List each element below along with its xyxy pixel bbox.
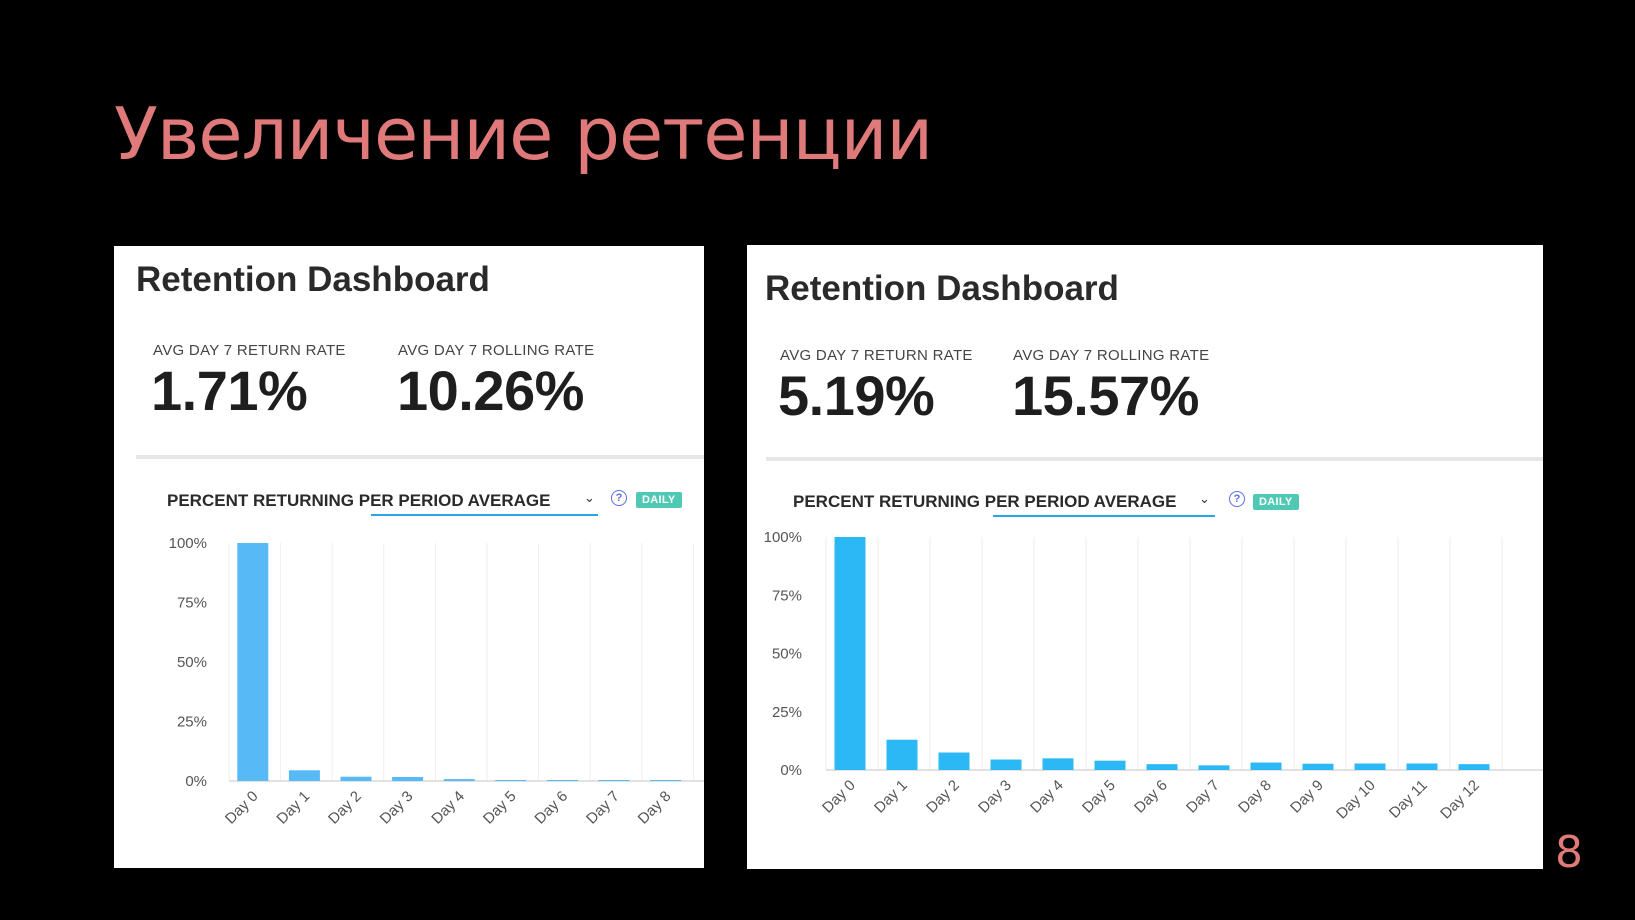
x-tick-label: Day 5	[480, 788, 520, 828]
y-tick-label: 75%	[772, 587, 802, 604]
y-tick-label: 75%	[177, 595, 207, 612]
bar-day-6[interactable]	[1146, 764, 1178, 770]
x-tick-label: Day 0	[222, 788, 262, 828]
x-tick-label: Day 4	[428, 788, 468, 828]
bar-day-0[interactable]	[237, 543, 269, 781]
x-tick-label: Day 8	[635, 788, 675, 828]
y-tick-label: 25%	[177, 714, 207, 731]
retention-bar-chart-left: 100% 75% 50% 25% 0% Day 0 Day 1 Day 2 Day 3 Day 4…	[169, 535, 704, 828]
y-tick-label: 0%	[185, 773, 207, 790]
x-tick-label: Day 12	[1437, 777, 1483, 823]
bar-day-12[interactable]	[1458, 764, 1490, 770]
x-tick-label: Day 5	[1079, 777, 1119, 817]
x-tick-label: Day 1	[871, 777, 911, 817]
x-tick-label: Day 3	[975, 777, 1015, 817]
y-tick-label: 50%	[772, 646, 802, 663]
y-tick-label: 100%	[764, 529, 802, 546]
x-tick-label: Day 10	[1333, 777, 1379, 823]
bar-day-3[interactable]	[990, 759, 1022, 770]
y-tick-label: 25%	[772, 704, 802, 721]
x-tick-label: Day 1	[273, 788, 313, 828]
bar-day-5[interactable]	[1094, 760, 1126, 770]
y-tick-label: 0%	[780, 762, 802, 779]
x-tick-label: Day 7	[583, 788, 623, 828]
bar-day-7[interactable]	[598, 780, 630, 781]
bar-day-2[interactable]	[938, 752, 970, 770]
bar-day-9[interactable]	[1302, 763, 1334, 770]
bar-day-11[interactable]	[1406, 763, 1438, 770]
bar-day-10[interactable]	[1354, 763, 1386, 770]
x-tick-label: Day 8	[1235, 777, 1275, 817]
x-tick-label: Day 9	[1287, 777, 1327, 817]
x-tick-label: Day 6	[1131, 777, 1171, 817]
x-tick-label: Day 11	[1386, 777, 1431, 822]
bar-day-8[interactable]	[1250, 762, 1282, 770]
bar-day-3[interactable]	[392, 776, 424, 781]
x-tick-label: Day 2	[923, 777, 963, 817]
bar-day-6[interactable]	[546, 780, 578, 781]
x-tick-label: Day 7	[1183, 777, 1223, 817]
bar-day-2[interactable]	[340, 776, 372, 781]
bar-day-5[interactable]	[495, 780, 527, 781]
x-tick-label: Day 3	[377, 788, 417, 828]
x-tick-label: Day 2	[325, 788, 365, 828]
x-tick-label: Day 6	[531, 788, 571, 828]
bar-day-7[interactable]	[1198, 765, 1230, 770]
bar-day-4[interactable]	[443, 779, 475, 781]
x-tick-label: Day 4	[1027, 777, 1067, 817]
dashboard-panel-right: Retention Dashboard AVG DAY 7 RETURN RAT…	[747, 245, 1543, 869]
y-tick-label: 100%	[169, 535, 207, 552]
bar-day-8[interactable]	[650, 780, 682, 781]
slide-title: Увеличение ретенции	[114, 92, 933, 176]
bar-day-4[interactable]	[1042, 758, 1074, 770]
page-number: 8	[1555, 827, 1583, 878]
y-tick-label: 50%	[177, 654, 207, 671]
dashboard-panel-left: Retention Dashboard AVG DAY 7 RETURN RAT…	[114, 246, 704, 868]
bar-day-0[interactable]	[834, 537, 866, 770]
retention-bar-chart-right: 100% 75% 50% 25% 0% Day 0 Day 1 Day 2 Day 3 Day 4…	[764, 529, 1543, 823]
x-tick-label: Day 0	[819, 777, 859, 817]
bar-day-1[interactable]	[886, 739, 918, 770]
bar-day-1[interactable]	[288, 770, 320, 781]
